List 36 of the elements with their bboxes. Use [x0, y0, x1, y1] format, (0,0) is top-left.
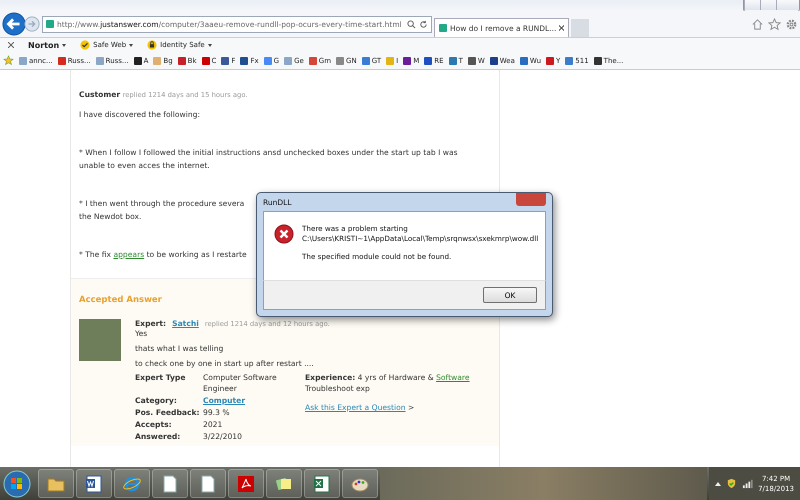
favicon-icon	[46, 20, 54, 28]
refresh-icon[interactable]	[419, 20, 428, 28]
caret-icon	[208, 44, 212, 49]
favicon-icon	[439, 24, 447, 32]
taskbar-button[interactable]	[228, 469, 264, 498]
avatar-placeholder	[79, 319, 121, 361]
forward-button[interactable]	[24, 16, 40, 32]
document-w-icon	[84, 474, 104, 494]
answer-heading: Accepted Answer	[79, 295, 163, 305]
back-button[interactable]	[2, 12, 26, 36]
caret-icon	[62, 44, 66, 49]
star-icon[interactable]	[768, 18, 781, 30]
error-icon	[274, 224, 294, 244]
taskbar-button[interactable]	[114, 469, 150, 498]
pdf-icon	[236, 474, 256, 494]
lock-icon	[147, 40, 158, 50]
taskbar-button[interactable]	[152, 469, 188, 498]
close-tab-icon[interactable]	[559, 25, 564, 31]
check-icon	[80, 40, 90, 50]
spreadsheet-x-icon	[312, 474, 332, 494]
taskbar-button[interactable]	[266, 469, 302, 498]
favorites-star-icon[interactable]	[3, 55, 14, 66]
taskbar-button[interactable]	[342, 469, 378, 498]
search-icon[interactable]	[407, 20, 416, 28]
taskbar-button[interactable]	[304, 469, 340, 498]
start-button[interactable]	[2, 468, 32, 498]
home-icon[interactable]	[751, 18, 764, 30]
signal-icon[interactable]	[742, 478, 754, 489]
close-toolbar-icon[interactable]	[8, 42, 14, 48]
settings-icon[interactable]	[785, 18, 798, 30]
taskbar-button[interactable]	[76, 469, 112, 498]
taskbar-button[interactable]	[190, 469, 226, 498]
caret-icon	[129, 44, 134, 49]
shield-icon[interactable]	[726, 478, 738, 489]
taskbar-button[interactable]	[38, 469, 74, 498]
toolbar-button[interactable]: Norton	[28, 40, 66, 50]
